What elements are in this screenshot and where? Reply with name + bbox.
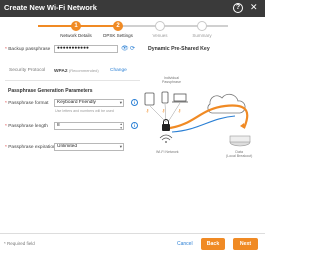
individual-passphrase-label: Individual Passphrase bbox=[162, 76, 181, 84]
next-button[interactable]: Next bbox=[233, 238, 258, 250]
step-number: 1 bbox=[71, 21, 81, 31]
cloud-icon bbox=[207, 93, 246, 114]
required-note: * Required field bbox=[4, 241, 35, 246]
passphrase-length-label: * Passphrase length bbox=[5, 124, 48, 129]
passphrase-length-input[interactable]: 8 ▴ ▾ bbox=[54, 122, 124, 130]
cancel-button[interactable]: Cancel bbox=[177, 241, 193, 247]
lock-icon bbox=[162, 124, 170, 131]
close-icon[interactable]: ✕ bbox=[250, 2, 258, 13]
key-icon: ⚷ bbox=[162, 108, 165, 113]
passphrase-expiration-value: Unlimited bbox=[57, 144, 77, 149]
passphrase-expiration-label: * Passphrase expiration bbox=[5, 145, 56, 150]
key-icon: ⚷ bbox=[146, 108, 149, 113]
back-button[interactable]: Back bbox=[201, 238, 225, 250]
backup-passphrase-label-text: Backup passphrase bbox=[8, 47, 51, 52]
security-protocol-label: Security Protocol bbox=[9, 68, 46, 73]
security-protocol-value: WPA2 (Recommended) bbox=[54, 68, 99, 74]
passphrase-expiration-label-text: Passphrase expiration bbox=[8, 145, 56, 150]
stepper-arrows-icon[interactable]: ▴ ▾ bbox=[120, 123, 122, 129]
refresh-icon[interactable]: ⟳ bbox=[130, 45, 135, 52]
divider bbox=[5, 80, 140, 81]
chevron-down-icon: ▾ bbox=[119, 144, 122, 149]
passphrase-format-value: Keyboard Friendly bbox=[57, 100, 96, 105]
tablet-icon bbox=[144, 92, 155, 106]
wifi-network-label: Wi-Fi Network bbox=[156, 150, 179, 154]
key-icon: ⚷ bbox=[178, 108, 181, 113]
passphrase-expiration-select[interactable]: Unlimited ▾ bbox=[54, 143, 124, 151]
info-icon[interactable]: i bbox=[131, 99, 138, 106]
eye-icon[interactable]: 👁 bbox=[121, 45, 129, 52]
chevron-down-icon: ▾ bbox=[119, 100, 122, 105]
security-protocol-name: WPA2 bbox=[54, 69, 68, 74]
wifi-icon bbox=[159, 134, 173, 139]
phone-icon bbox=[161, 91, 169, 104]
data-flow-arrow bbox=[169, 104, 249, 130]
step-label: Summary bbox=[192, 33, 212, 38]
help-icon[interactable]: ? bbox=[233, 3, 243, 13]
wizard-stepper: 1 Network Details 2 DPSK Settings Venues… bbox=[0, 17, 265, 41]
laptop-icon bbox=[173, 93, 187, 102]
security-protocol-note: (Recommended) bbox=[68, 68, 99, 73]
passphrase-length-value: 8 bbox=[57, 123, 60, 128]
step-number bbox=[155, 21, 165, 31]
dialog-footer: * Required field Cancel Back Next bbox=[0, 233, 265, 253]
step-number bbox=[197, 21, 207, 31]
change-protocol-link[interactable]: Change bbox=[110, 68, 127, 73]
passphrase-length-label-text: Passphrase length bbox=[8, 124, 48, 129]
passphrase-format-label-text: Passphrase format bbox=[8, 101, 49, 106]
backup-passphrase-input[interactable]: ●●●●●●●●●●● bbox=[54, 45, 118, 53]
dialog-title: Create New Wi-Fi Network bbox=[4, 3, 97, 12]
step-summary[interactable]: Summary bbox=[172, 17, 232, 38]
info-icon[interactable]: i bbox=[131, 122, 138, 129]
diagram-title: Dynamic Pre-Shared Key bbox=[148, 46, 210, 52]
section-title: Passphrase Generation Parameters bbox=[8, 88, 93, 94]
passphrase-format-label: * Passphrase format bbox=[5, 101, 49, 106]
step-number: 2 bbox=[113, 21, 123, 31]
passphrase-format-hint: Use letters and numbers will be used bbox=[55, 109, 114, 113]
dialog-titlebar: Create New Wi-Fi Network ? ✕ bbox=[0, 0, 265, 17]
gateway-label: Data (Local Breakout) bbox=[226, 150, 253, 158]
passphrase-format-select[interactable]: Keyboard Friendly ▾ bbox=[54, 99, 124, 107]
backup-passphrase-label: * Backup passphrase bbox=[5, 47, 51, 52]
